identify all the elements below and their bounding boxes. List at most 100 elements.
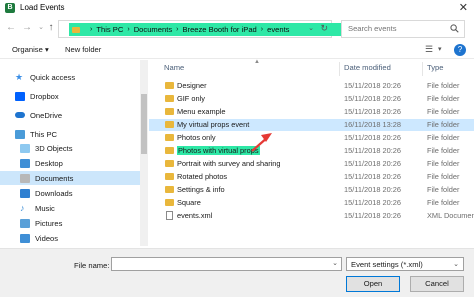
nav-item-label: Desktop — [35, 158, 63, 168]
list-item[interactable]: Photos only 15/11/2018 20:26 File folder — [149, 132, 474, 144]
navigation-pane: ★ Quick access Dropbox OneDrive This PC … — [0, 60, 140, 246]
nav-item-dropbox[interactable]: Dropbox — [15, 89, 59, 103]
file-list: ▲ Name Date modified Type Designer 15/11… — [149, 59, 474, 246]
item-date: 15/11/2018 20:26 — [344, 172, 401, 181]
list-item-selected[interactable]: My virtual props event 16/11/2018 13:28 … — [149, 119, 474, 131]
title-bar: B Load Events ✕ — [0, 0, 474, 16]
item-date: 15/11/2018 20:26 — [344, 198, 401, 207]
navpane-scrollbar[interactable] — [140, 60, 148, 246]
forward-arrow-icon[interactable]: → — [20, 21, 34, 35]
filter-value: Event settings (*.xml) — [351, 260, 423, 269]
item-name: Menu example — [177, 107, 226, 116]
cancel-button[interactable]: Cancel — [410, 276, 464, 292]
nav-item-downloads[interactable]: Downloads — [20, 186, 73, 200]
document-icon — [20, 173, 30, 183]
nav-item-label: Videos — [35, 233, 59, 243]
column-header-name[interactable]: Name — [164, 63, 184, 72]
nav-item-label: 3D Objects — [35, 143, 73, 153]
back-arrow-icon[interactable]: ← — [4, 21, 18, 35]
view-dropdown-icon[interactable]: ▾ — [438, 45, 442, 53]
list-item[interactable]: Rotated photos 15/11/2018 20:26 File fol… — [149, 171, 474, 183]
address-bar[interactable]: › This PC › Documents › Breeze Booth for… — [58, 20, 345, 38]
bottom-panel: File name: ⌄ Event settings (*.xml) ⌄ Op… — [0, 248, 474, 297]
chevron-right-icon: › — [260, 26, 264, 33]
help-icon[interactable]: ? — [454, 44, 466, 56]
organise-button[interactable]: Organise ▾ — [12, 45, 49, 54]
column-divider[interactable] — [339, 62, 340, 76]
breadcrumb-item[interactable]: This PC — [96, 25, 123, 34]
nav-item-3d-objects[interactable]: 3D Objects — [20, 141, 73, 155]
chevron-down-icon[interactable]: ⌄ — [332, 259, 338, 267]
list-item[interactable]: Square 15/11/2018 20:26 File folder — [149, 197, 474, 209]
nav-item-label: This PC — [30, 129, 58, 139]
nav-item-videos[interactable]: Videos — [20, 231, 58, 245]
star-icon: ★ — [15, 71, 24, 82]
chevron-down-icon[interactable]: ⌄ — [453, 260, 459, 268]
nav-item-label: Pictures — [35, 218, 63, 228]
search-box[interactable] — [341, 20, 465, 38]
chevron-down-icon: ▾ — [44, 45, 49, 54]
search-input[interactable] — [348, 24, 448, 33]
new-folder-button[interactable]: New folder — [65, 45, 101, 54]
list-item[interactable]: Designer 15/11/2018 20:26 File folder — [149, 80, 474, 92]
address-row: ← → ⌄ ↑ › This PC › Documents › Breeze B… — [0, 18, 474, 40]
list-item[interactable]: Settings & info 15/11/2018 20:26 File fo… — [149, 184, 474, 196]
nav-item-documents[interactable]: Documents — [0, 171, 140, 185]
item-type: File folder — [427, 146, 460, 155]
search-icon[interactable] — [450, 24, 459, 33]
item-name: My virtual props event — [177, 120, 250, 129]
list-item[interactable]: Menu example 15/11/2018 20:26 File folde… — [149, 106, 474, 118]
cloud-icon — [15, 112, 25, 118]
address-dropdown-icon[interactable]: ⌄ — [308, 24, 314, 32]
nav-item-onedrive[interactable]: OneDrive — [15, 108, 62, 122]
nav-item-music[interactable]: ♪ Music — [20, 201, 55, 215]
item-date: 15/11/2018 20:26 — [344, 211, 401, 220]
item-date: 15/11/2018 20:26 — [344, 146, 401, 155]
folder-icon — [165, 95, 174, 102]
list-item[interactable]: events.xml 15/11/2018 20:26 XML Documen — [149, 210, 474, 222]
item-name: Settings & info — [177, 185, 225, 194]
list-item[interactable]: Photos with virtual props 15/11/2018 20:… — [149, 145, 474, 157]
scrollbar-thumb[interactable] — [141, 94, 147, 154]
nav-item-this-pc[interactable]: This PC — [15, 127, 57, 141]
folder-icon — [165, 121, 174, 128]
nav-item-pictures[interactable]: Pictures — [20, 216, 62, 230]
toolbar: Organise ▾ New folder ☰ ▾ ? — [0, 41, 474, 59]
xml-file-icon — [166, 211, 173, 220]
file-type-filter[interactable]: Event settings (*.xml) ⌄ — [346, 257, 464, 271]
close-icon[interactable]: ✕ — [459, 1, 468, 14]
video-icon — [20, 233, 30, 243]
refresh-icon[interactable]: ↻ — [320, 23, 328, 34]
nav-item-quick-access[interactable]: ★ Quick access — [15, 70, 75, 84]
nav-item-label: Downloads — [35, 188, 73, 198]
pictures-icon — [20, 218, 30, 228]
sort-up-icon: ▲ — [254, 59, 260, 65]
dropbox-icon — [15, 91, 25, 101]
folder-icon — [165, 160, 174, 167]
music-icon: ♪ — [20, 202, 25, 213]
list-item[interactable]: Portrait with survey and sharing 15/11/2… — [149, 158, 474, 170]
breadcrumb-item[interactable]: Breeze Booth for iPad — [182, 25, 256, 34]
breadcrumb-item[interactable]: Documents — [134, 25, 172, 34]
file-name-field[interactable]: ⌄ — [111, 257, 342, 271]
desktop-icon — [20, 158, 30, 168]
folder-icon — [165, 82, 174, 89]
column-header-date[interactable]: Date modified — [344, 63, 391, 72]
list-item[interactable]: GIF only 15/11/2018 20:26 File folder — [149, 93, 474, 105]
up-arrow-icon[interactable]: ↑ — [44, 21, 58, 35]
breadcrumb: › This PC › Documents › Breeze Booth for… — [69, 23, 345, 36]
nav-item-label: Dropbox — [30, 91, 59, 101]
column-divider[interactable] — [422, 62, 423, 76]
column-header-type[interactable]: Type — [427, 63, 443, 72]
folder-icon — [165, 186, 174, 193]
folder-icon — [165, 147, 174, 154]
breadcrumb-item[interactable]: events — [267, 25, 289, 34]
folder-icon — [72, 26, 80, 33]
folder-icon — [165, 134, 174, 141]
nav-item-desktop[interactable]: Desktop — [20, 156, 63, 170]
open-button[interactable]: Open — [346, 276, 400, 292]
item-name: Photos with virtual props — [177, 146, 260, 155]
view-options-icon[interactable]: ☰ — [425, 44, 433, 55]
item-type: XML Documen — [427, 211, 474, 220]
nav-item-label: OneDrive — [30, 110, 63, 120]
